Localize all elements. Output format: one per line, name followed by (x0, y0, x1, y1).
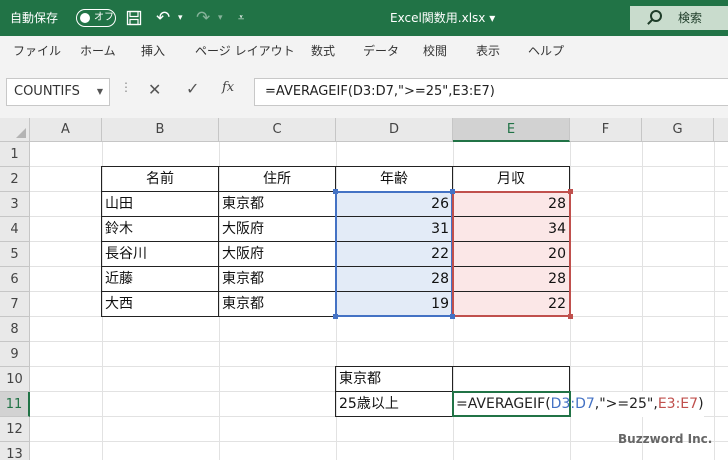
table-header-age[interactable]: 年齢 (335, 166, 453, 192)
active-cell-e11[interactable] (452, 391, 571, 417)
enter-icon[interactable]: ✓ (186, 79, 199, 98)
worksheet-grid[interactable]: A B C D E F G 1 2 3 4 5 6 7 8 9 10 11 12… (0, 118, 728, 460)
row-header-8[interactable]: 8 (0, 317, 30, 342)
tab-file[interactable]: ファイル (13, 36, 61, 66)
table-cell-age[interactable]: 19 (335, 291, 453, 317)
table-cell-age[interactable]: 31 (335, 216, 453, 242)
table-cell[interactable]: 長谷川 (101, 241, 219, 267)
undo-icon[interactable]: ↶ (156, 0, 176, 36)
customize-toolbar-icon[interactable]: ⩡ (238, 0, 244, 36)
search-icon (650, 10, 662, 22)
tab-data[interactable]: データ (363, 36, 399, 66)
row-header-2[interactable]: 2 (0, 167, 30, 192)
table-cell[interactable]: 東京都 (218, 266, 336, 292)
tab-help[interactable]: ヘルプ (528, 36, 564, 66)
column-header-d[interactable]: D (336, 118, 453, 142)
grip-icon[interactable]: ⋮ (120, 80, 132, 94)
row-header-12[interactable]: 12 (0, 417, 30, 442)
watermark: Buzzword Inc. (618, 432, 713, 446)
tab-insert[interactable]: 挿入 (141, 36, 165, 66)
chevron-down-icon[interactable]: ▼ (97, 79, 103, 105)
autosave-label: 自動保存 (10, 11, 59, 25)
table-cell-income[interactable]: 28 (452, 191, 570, 217)
table-cell-age[interactable]: 22 (335, 241, 453, 267)
row-header-4[interactable]: 4 (0, 217, 30, 242)
tab-formulas[interactable]: 数式 (311, 36, 335, 66)
save-icon[interactable] (126, 0, 146, 36)
column-header-c[interactable]: C (219, 118, 336, 142)
column-header-h[interactable] (714, 118, 728, 142)
table-cell[interactable]: 鈴木 (101, 216, 219, 242)
autosave-state: オフ (94, 12, 114, 23)
table-cell-income[interactable]: 28 (452, 266, 570, 292)
table-cell[interactable]: 大西 (101, 291, 219, 317)
formula-bar: COUNTIFS ▼ ⋮ ✕ ✓ fx =AVERAGEIF(D3:D7,">=… (0, 66, 728, 118)
range-handle[interactable] (568, 314, 573, 319)
redo-dropdown-icon[interactable]: ▾ (218, 0, 223, 36)
name-box[interactable]: COUNTIFS ▼ (6, 78, 110, 106)
tab-review[interactable]: 校閲 (423, 36, 447, 66)
table-header-name[interactable]: 名前 (101, 166, 219, 192)
range-handle[interactable] (333, 314, 338, 319)
range-handle[interactable] (568, 189, 573, 194)
document-title[interactable]: Excel関数用.xlsx ▾ (390, 0, 495, 36)
tab-view[interactable]: 表示 (476, 36, 500, 66)
select-all-corner[interactable] (0, 118, 30, 142)
title-bar: 自動保存 オフ ↶ ▾ ↷ ▾ ⩡ Excel関数用.xlsx ▾ 検索 (0, 0, 728, 36)
undo-dropdown-icon[interactable]: ▾ (178, 0, 183, 36)
search-box[interactable]: 検索 (630, 6, 728, 30)
result-cell-e10[interactable] (452, 366, 570, 392)
row-header-9[interactable]: 9 (0, 342, 30, 367)
table-cell[interactable]: 近藤 (101, 266, 219, 292)
column-header-b[interactable]: B (102, 118, 219, 142)
name-box-value: COUNTIFS (14, 84, 80, 99)
table-cell-age[interactable]: 26 (335, 191, 453, 217)
range-handle[interactable] (450, 189, 455, 194)
column-header-e[interactable]: E (453, 118, 570, 142)
row-header-5[interactable]: 5 (0, 242, 30, 267)
formula-criteria: ,">=25", (594, 396, 658, 412)
table-cell[interactable]: 大阪府 (218, 241, 336, 267)
tab-page-layout[interactable]: ページ レイアウト (195, 36, 295, 66)
ribbon-tabs: ファイル ホーム 挿入 ページ レイアウト 数式 データ 校閲 表示 ヘルプ (0, 36, 728, 66)
row-header-6[interactable]: 6 (0, 267, 30, 292)
table-cell[interactable]: 東京都 (218, 191, 336, 217)
column-header-g[interactable]: G (642, 118, 714, 142)
row-header-11[interactable]: 11 (0, 392, 30, 417)
table-cell-age[interactable]: 28 (335, 266, 453, 292)
table-cell[interactable]: 山田 (101, 191, 219, 217)
redo-icon[interactable]: ↷ (196, 0, 210, 36)
autosave-toggle[interactable]: オフ (76, 9, 116, 27)
column-header-f[interactable]: F (570, 118, 642, 142)
criteria-label-tokyo[interactable]: 東京都 (335, 366, 453, 392)
insert-function-icon[interactable]: fx (222, 80, 234, 95)
formula-ref-income: E3:E7 (657, 396, 699, 412)
range-handle[interactable] (333, 189, 338, 194)
table-cell-income[interactable]: 20 (452, 241, 570, 267)
row-header-1[interactable]: 1 (0, 142, 30, 167)
criteria-label-age[interactable]: 25歳以上 (335, 391, 453, 417)
table-header-income[interactable]: 月収 (452, 166, 570, 192)
cancel-icon[interactable]: ✕ (148, 80, 161, 99)
table-cell[interactable]: 大阪府 (218, 216, 336, 242)
table-cell-income[interactable]: 22 (452, 291, 570, 317)
gridline (30, 341, 728, 342)
range-handle[interactable] (450, 314, 455, 319)
table-header-address[interactable]: 住所 (218, 166, 336, 192)
formula-input[interactable]: =AVERAGEIF(D3:D7,">=25",E3:E7) (254, 78, 728, 106)
table-cell-income[interactable]: 34 (452, 216, 570, 242)
row-header-10[interactable]: 10 (0, 367, 30, 392)
column-header-a[interactable]: A (30, 118, 102, 142)
row-header-7[interactable]: 7 (0, 292, 30, 317)
row-header-13[interactable]: 13 (0, 442, 30, 460)
toggle-knob (80, 13, 90, 23)
formula-suffix: ) (698, 396, 704, 412)
gridline (714, 142, 715, 460)
row-header-3[interactable]: 3 (0, 192, 30, 217)
table-cell[interactable]: 東京都 (218, 291, 336, 317)
search-label: 検索 (678, 11, 703, 25)
tab-home[interactable]: ホーム (80, 36, 116, 66)
